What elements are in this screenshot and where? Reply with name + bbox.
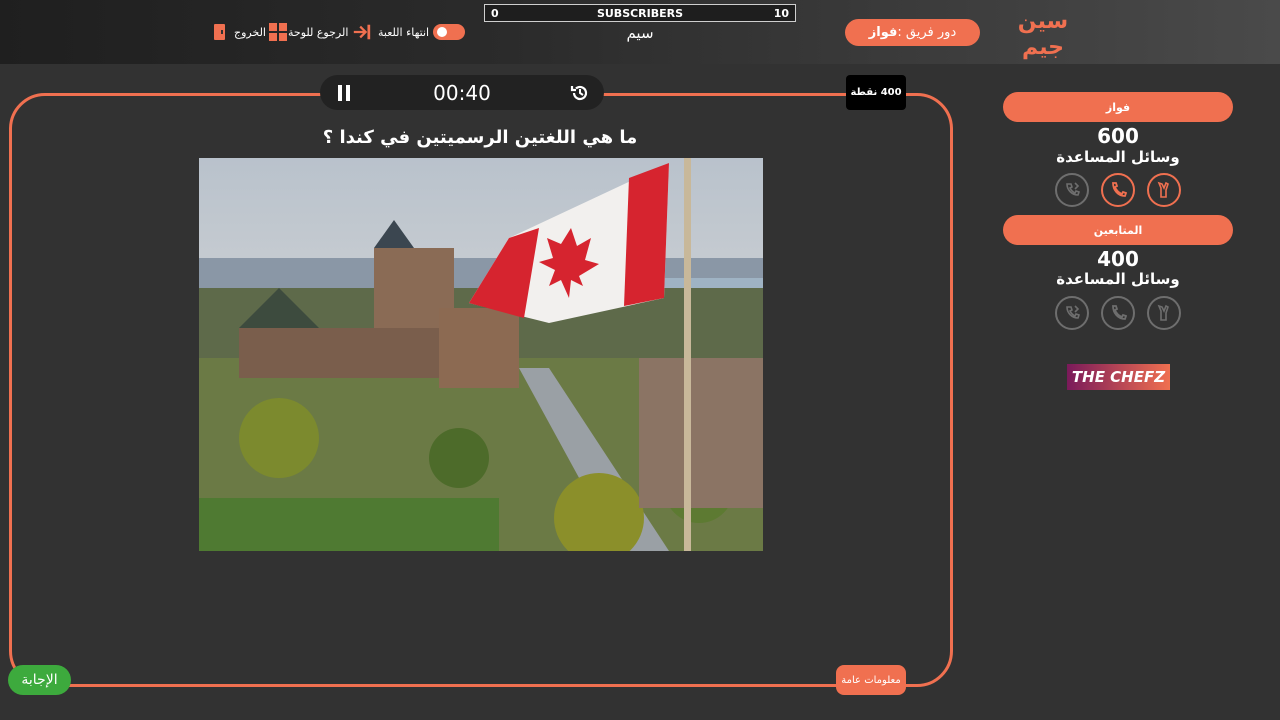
team-score-1: 600 (1097, 124, 1139, 148)
call-switch-icon[interactable] (1055, 296, 1089, 330)
back-to-board-label: الرجوع للوحة (288, 25, 349, 39)
timer-bar: 00:40 (320, 75, 604, 110)
two-answers-icon[interactable] (1147, 173, 1181, 207)
subscribers-title: SUBSCRIBERS (596, 6, 684, 20)
turn-indicator: دور فريق : فواز (845, 19, 980, 46)
turn-label: دور فريق : (897, 25, 957, 40)
two-answers-icon[interactable] (1147, 296, 1181, 330)
call-switch-icon[interactable] (1055, 173, 1089, 207)
grid-icon[interactable] (268, 22, 288, 42)
exit-door-icon[interactable] (211, 22, 231, 42)
phone-icon[interactable] (1101, 296, 1135, 330)
team-score-2: 400 (1097, 247, 1139, 271)
end-game-label: انتهاء اللعبة (378, 25, 430, 39)
svg-text:جيم: جيم (1022, 35, 1064, 60)
question-text: ما هي اللغتين الرسميتين في كندا ؟ (322, 127, 638, 148)
end-game-toggle[interactable] (433, 24, 466, 40)
lifelines-team-2 (1055, 296, 1181, 330)
question-image (199, 158, 763, 551)
phone-icon[interactable] (1101, 173, 1135, 207)
answer-button[interactable]: الإجابة (8, 665, 71, 695)
timer-text: 00:40 (433, 80, 491, 105)
end-game-button[interactable]: انتهاء اللعبة (378, 22, 466, 42)
game-name: سيم (626, 24, 654, 42)
sponsor-logo: THE CHEFZ (1067, 364, 1170, 390)
turn-team: فواز (868, 25, 898, 40)
exit-button[interactable]: الخروج (234, 22, 266, 42)
lifelines-team-1 (1055, 173, 1181, 207)
pause-icon[interactable] (334, 83, 354, 103)
reset-timer-icon[interactable] (570, 83, 590, 103)
general-info-button[interactable]: معلومات عامة (836, 665, 906, 695)
team-name-2: المتابعين (1003, 215, 1233, 245)
team-name-1: فواز (1003, 92, 1233, 122)
logo: سين جيم (1012, 4, 1074, 60)
exit-label: الخروج (234, 25, 266, 39)
team-help-label-2: وسائل المساعدة (1056, 270, 1180, 288)
arrow-enter-icon (352, 22, 372, 42)
points-badge: 400 نقطة (846, 75, 906, 110)
team-help-label-1: وسائل المساعدة (1056, 148, 1180, 166)
svg-text:سين: سين (1018, 9, 1068, 34)
subscribers-counter: 0 SUBSCRIBERS 10 (484, 4, 796, 22)
back-to-board-button[interactable]: الرجوع للوحة (288, 22, 372, 42)
